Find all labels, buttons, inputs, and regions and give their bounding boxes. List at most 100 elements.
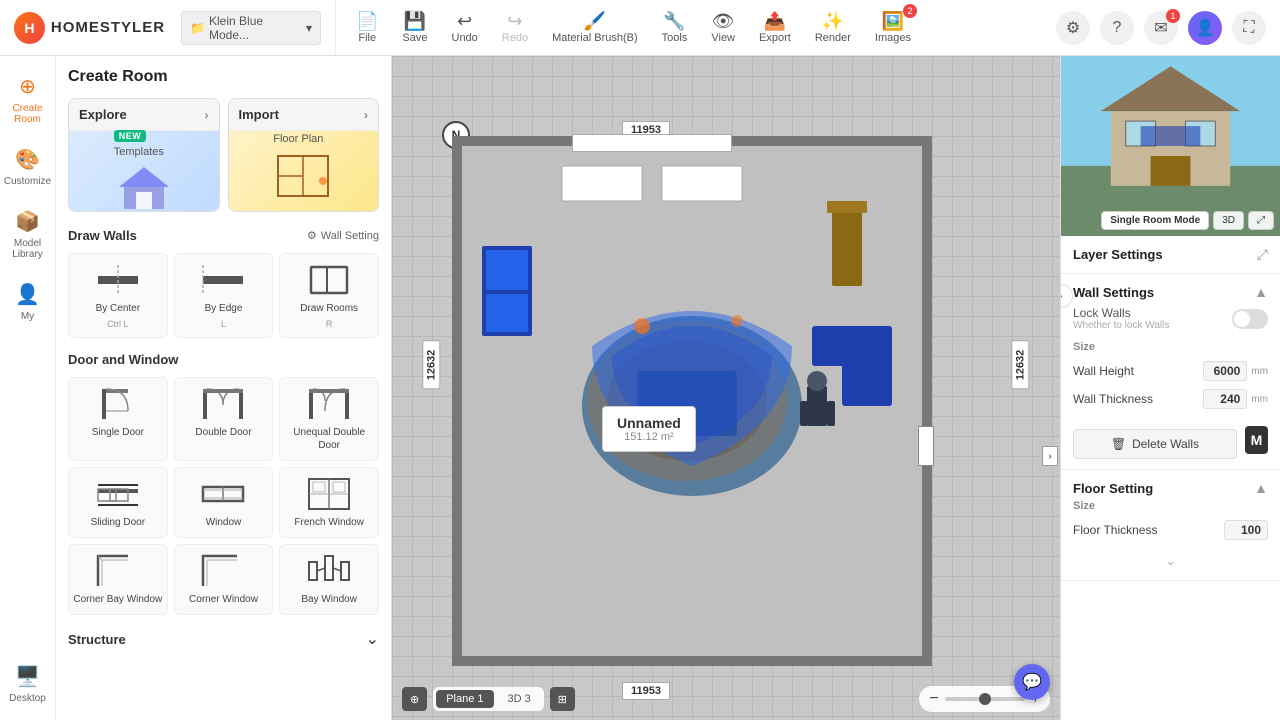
wall-thickness-value[interactable]: 240 bbox=[1203, 389, 1247, 409]
move-button[interactable]: ⊕ bbox=[402, 687, 427, 711]
wall-settings-header[interactable]: Wall Settings ▲ bbox=[1073, 284, 1268, 300]
floor-setting-title: Floor Setting bbox=[1073, 481, 1153, 496]
unequal-double-door-icon bbox=[307, 387, 351, 421]
view-button[interactable]: 👁 View bbox=[701, 8, 745, 48]
sliding-door[interactable]: Sliding Door bbox=[68, 467, 168, 538]
window-icon bbox=[201, 477, 245, 511]
app-name: HOMESTYLER bbox=[51, 19, 165, 36]
floor-setting-toggle-icon: ▲ bbox=[1254, 480, 1268, 496]
wall-thickness-row: Wall Thickness 240 mm bbox=[1073, 385, 1268, 413]
file-badge[interactable]: 📁 Klein Blue Mode... ▾ bbox=[181, 11, 321, 45]
render-button[interactable]: ✨ Render bbox=[805, 8, 861, 48]
selection-handle: › bbox=[1042, 446, 1058, 466]
images-button[interactable]: 🖼️ Images 2 bbox=[865, 8, 921, 48]
french-window-icon bbox=[307, 477, 351, 511]
toolbar-actions: 📄 File 💾 Save ↩ Undo ↪ Redo 🖌️ Material … bbox=[336, 8, 1042, 48]
export-button[interactable]: 📤 Export bbox=[749, 8, 801, 48]
lock-walls-toggle[interactable] bbox=[1232, 309, 1268, 329]
layer-settings-title: Layer Settings bbox=[1073, 247, 1163, 262]
desktop-icon: 🖥️ bbox=[14, 662, 42, 690]
notifications-icon[interactable]: ✉ 1 bbox=[1144, 11, 1178, 45]
draw-rooms-icon bbox=[307, 263, 351, 297]
plane1-tab[interactable]: Plane 1 bbox=[436, 690, 493, 708]
main-layout: ⊕ Create Room 🎨 Customize 📦 Model Librar… bbox=[0, 56, 1280, 720]
layer-settings-section: Layer Settings ⤢ bbox=[1061, 236, 1280, 274]
french-window[interactable]: French Window bbox=[279, 467, 379, 538]
import-floor-plan-card[interactable]: Import › Floor Plan bbox=[228, 98, 380, 212]
save-button[interactable]: 💾 Save bbox=[392, 8, 437, 48]
wall-height-unit: mm bbox=[1251, 366, 1268, 377]
canvas-grid: N 11953 11953 12632 12632 bbox=[392, 56, 1060, 720]
redo-button[interactable]: ↪ Redo bbox=[492, 8, 538, 48]
draw-walls-grid: By Center Ctrl L By Edge L bbox=[68, 253, 379, 338]
canvas-area[interactable]: N 11953 11953 12632 12632 bbox=[392, 56, 1060, 720]
toolbar-right: ⚙ ? ✉ 1 👤 ⛶ bbox=[1042, 11, 1280, 45]
plane-tabs: Plane 1 3D 3 bbox=[433, 687, 544, 711]
file-button[interactable]: 📄 File bbox=[346, 8, 388, 48]
grid-toggle[interactable]: ⊞ bbox=[550, 687, 575, 711]
corner-bay-window[interactable]: Corner Bay Window bbox=[68, 544, 168, 615]
nav-desktop[interactable]: 🖥️ Desktop bbox=[3, 656, 53, 710]
wall-height-row: Wall Height 6000 mm bbox=[1073, 357, 1268, 385]
undo-button[interactable]: ↩ Undo bbox=[442, 8, 488, 48]
lock-walls-label: Lock Walls bbox=[1073, 306, 1169, 320]
wall-setting-btn[interactable]: ⚙ Wall Setting bbox=[307, 229, 379, 242]
explore-templates-card[interactable]: Explore › NEW Templates bbox=[68, 98, 220, 212]
delete-walls-button[interactable]: 🗑 Delete Walls bbox=[1073, 429, 1237, 459]
right-panel: Single Room Mode 3D ⤢ › Layer Settings ⤢… bbox=[1060, 56, 1280, 720]
unequal-double-door[interactable]: Unequal Double Door bbox=[279, 377, 379, 461]
help-icon[interactable]: ? bbox=[1100, 11, 1134, 45]
right-door bbox=[918, 426, 934, 466]
room-container: Unnamed 151.12 m² › bbox=[452, 136, 932, 666]
tools-button[interactable]: 🔧 Tools bbox=[652, 8, 698, 48]
single-door[interactable]: Single Door bbox=[68, 377, 168, 461]
structure-header[interactable]: Structure ⌄ bbox=[68, 629, 379, 649]
corner-window[interactable]: Corner Window bbox=[174, 544, 274, 615]
floor-size-label: Size bbox=[1073, 500, 1268, 512]
by-edge-icon bbox=[201, 263, 245, 297]
floor-thickness-label: Floor Thickness bbox=[1073, 523, 1157, 537]
preview-area: Single Room Mode 3D ⤢ bbox=[1061, 56, 1280, 236]
expand-preview-btn[interactable]: ⤢ bbox=[1248, 211, 1274, 230]
zoom-slider[interactable] bbox=[945, 697, 1025, 701]
single-room-mode-btn[interactable]: Single Room Mode bbox=[1101, 211, 1209, 230]
left-nav: ⊕ Create Room 🎨 Customize 📦 Model Librar… bbox=[0, 56, 56, 720]
avatar[interactable]: 👤 bbox=[1188, 11, 1222, 45]
furniture-svg bbox=[462, 146, 922, 656]
settings-icon[interactable]: ⚙ bbox=[1056, 11, 1090, 45]
notification-badge: 1 bbox=[1166, 9, 1180, 23]
chat-button[interactable]: 💬 bbox=[1014, 664, 1050, 700]
delete-icon: 🗑 bbox=[1111, 437, 1126, 451]
by-edge-wall[interactable]: By Edge L bbox=[174, 253, 274, 338]
fullscreen-icon[interactable]: ⛶ bbox=[1232, 11, 1266, 45]
plane2-tab[interactable]: 3D 3 bbox=[498, 690, 541, 708]
nav-model-library[interactable]: 📦 Model Library bbox=[3, 201, 53, 266]
bay-window[interactable]: Bay Window bbox=[279, 544, 379, 615]
single-door-icon bbox=[96, 387, 140, 421]
zoom-out-button[interactable]: − bbox=[929, 690, 938, 708]
layer-settings-header[interactable]: Layer Settings ⤢ bbox=[1073, 246, 1268, 263]
nav-my[interactable]: 👤 My bbox=[3, 274, 53, 328]
nav-create-room[interactable]: ⊕ Create Room bbox=[3, 66, 53, 131]
main-toolbar: H HOMESTYLER 📁 Klein Blue Mode... ▾ 📄 Fi… bbox=[0, 0, 1280, 56]
draw-rooms-wall[interactable]: Draw Rooms R bbox=[279, 253, 379, 338]
wall-height-value[interactable]: 6000 bbox=[1203, 361, 1247, 381]
explore-card-image: NEW Templates bbox=[69, 131, 219, 211]
double-door[interactable]: Double Door bbox=[174, 377, 274, 461]
bay-window-icon bbox=[307, 554, 351, 588]
lock-walls-row: Lock Walls Whether to lock Walls bbox=[1073, 300, 1268, 337]
by-center-wall[interactable]: By Center Ctrl L bbox=[68, 253, 168, 338]
window[interactable]: Window bbox=[174, 467, 274, 538]
nav-customize[interactable]: 🎨 Customize bbox=[3, 139, 53, 193]
structure-title: Structure bbox=[68, 632, 126, 647]
wall-thickness-label: Wall Thickness bbox=[1073, 392, 1153, 406]
lock-walls-sublabel: Whether to lock Walls bbox=[1073, 320, 1169, 331]
floor-setting-header[interactable]: Floor Setting ▲ bbox=[1073, 480, 1268, 496]
template-house-icon bbox=[114, 162, 174, 212]
by-center-icon bbox=[96, 263, 140, 297]
create-room-icon: ⊕ bbox=[14, 72, 42, 100]
model-library-icon: 📦 bbox=[14, 207, 42, 235]
material-brush-button[interactable]: 🖌️ Material Brush(B) bbox=[542, 8, 648, 48]
3d-mode-btn[interactable]: 3D bbox=[1213, 211, 1244, 230]
floor-thickness-value[interactable]: 100 bbox=[1224, 520, 1268, 540]
